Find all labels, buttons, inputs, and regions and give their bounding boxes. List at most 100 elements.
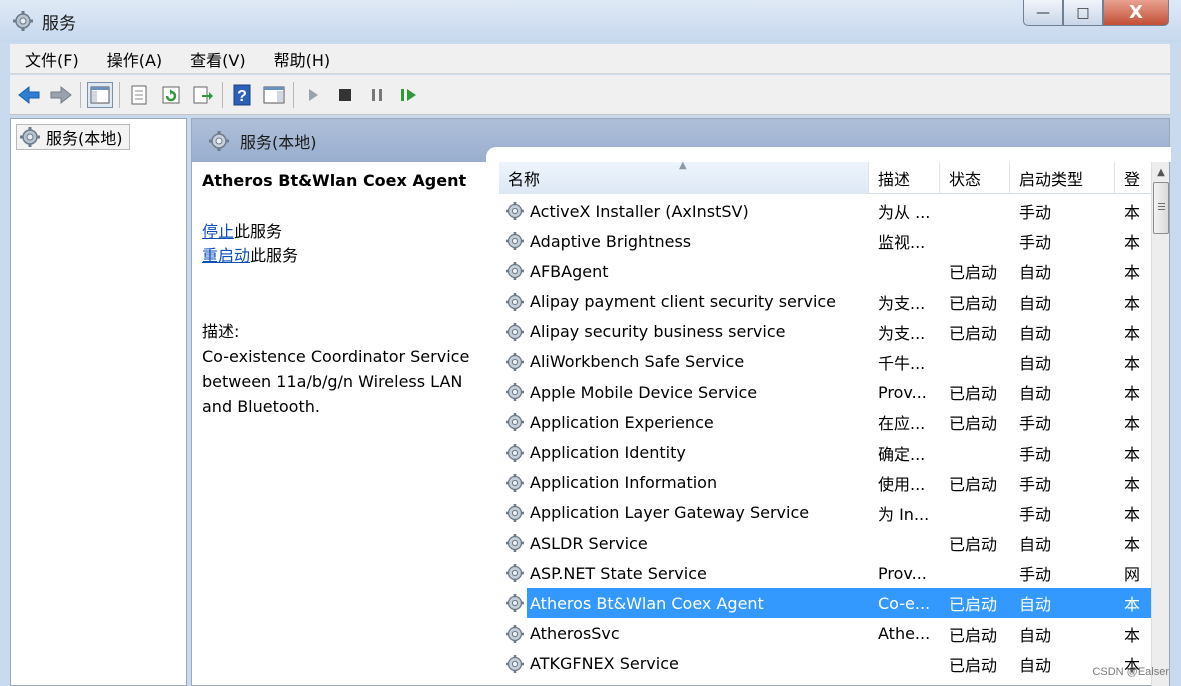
vertical-scrollbar[interactable]: ▲ <box>1151 162 1169 686</box>
export-list-icon[interactable] <box>190 82 216 108</box>
service-startup-type: 手动 <box>1019 203 1052 222</box>
service-logon-as: 本 <box>1124 293 1141 313</box>
service-startup-type: 自动 <box>1019 595 1052 615</box>
service-description: Co-e... <box>878 593 931 613</box>
minimize-button[interactable]: — <box>1023 0 1063 26</box>
column-header-label: 启动类型 <box>1019 170 1084 189</box>
service-row[interactable]: Application Identity 确定... 手动 本 <box>499 438 1151 468</box>
stop-service-icon[interactable] <box>332 82 358 108</box>
service-startup-type: 自动 <box>1019 263 1052 283</box>
scroll-up-icon[interactable]: ▲ <box>1152 162 1170 182</box>
stop-service-link[interactable]: 停止 <box>202 222 234 241</box>
service-name: Apple Mobile Device Service <box>530 382 758 402</box>
service-gear-icon <box>506 322 524 341</box>
service-description: 监视... <box>878 233 926 253</box>
pause-service-icon[interactable] <box>364 82 390 108</box>
service-status: 已启动 <box>949 414 998 434</box>
service-name: AliWorkbench Safe Service <box>530 352 745 372</box>
service-logon-as: 本 <box>1124 444 1141 464</box>
service-gear-icon <box>506 202 524 220</box>
services-list[interactable]: 名称 ▲ 描述 状态 启动类型 登 ActiveX Installer (AxI… <box>499 162 1151 686</box>
scrollbar-thumb[interactable] <box>1153 182 1169 234</box>
service-row[interactable]: Application Information 使用... 已启动 手动 本 <box>499 468 1151 498</box>
service-startup-type: 自动 <box>1019 353 1052 373</box>
menu-view[interactable]: 查看(V) <box>175 47 258 71</box>
menu-bar: 文件(F) 操作(A) 查看(V) 帮助(H) <box>10 44 1170 74</box>
close-button[interactable]: X <box>1103 0 1169 26</box>
service-row[interactable]: Apple Mobile Device Service Prov... 已启动 自动 本 <box>499 377 1151 407</box>
service-status: 已启动 <box>949 293 998 313</box>
service-startup-type: 自动 <box>1019 384 1052 404</box>
service-row[interactable]: Alipay security business service 为支... 已启动… <box>499 317 1151 347</box>
service-startup-type: 手动 <box>1019 565 1052 585</box>
properties-icon[interactable] <box>126 82 152 108</box>
service-startup-type: 手动 <box>1019 504 1052 524</box>
service-row[interactable]: AliWorkbench Safe Service 千牛... 自动 本 <box>499 347 1151 377</box>
service-row[interactable]: ASP.NET State Service Prov... 手动 网 <box>499 558 1151 588</box>
service-status: 已启动 <box>949 263 998 283</box>
service-gear-icon <box>506 413 524 432</box>
service-logon-as: 网 <box>1124 565 1141 585</box>
column-header-logon[interactable]: 登 <box>1115 162 1151 194</box>
restart-service-link[interactable]: 重启动 <box>202 246 250 265</box>
service-row[interactable]: Adaptive Brightness 监视... 手动 本 <box>499 226 1151 256</box>
menu-help[interactable]: 帮助(H) <box>259 47 344 71</box>
service-gear-icon <box>506 443 524 462</box>
column-header-name[interactable]: 名称 ▲ <box>499 162 869 194</box>
description-line: and Bluetooth. <box>202 397 320 416</box>
help-icon[interactable]: ? <box>229 82 255 108</box>
service-description: 确定... <box>878 444 926 464</box>
service-name: AtherosSvc <box>530 624 620 644</box>
action-pane-icon[interactable] <box>261 82 287 108</box>
service-logon-as: 本 <box>1124 535 1141 555</box>
resume-service-icon[interactable] <box>396 82 422 108</box>
service-startup-type: 自动 <box>1019 625 1052 645</box>
service-row[interactable]: AtherosSvc Athe... 已启动 自动 本 <box>499 619 1151 649</box>
service-row[interactable]: Application Layer Gateway Service 为 In...… <box>499 498 1151 528</box>
service-description <box>878 649 944 679</box>
service-row[interactable]: ActiveX Installer (AxInstSV) 为从 ... 手动 本 <box>499 196 1151 226</box>
menu-action[interactable]: 操作(A) <box>92 47 175 71</box>
service-description <box>878 528 944 558</box>
column-header-description[interactable]: 描述 <box>869 162 940 194</box>
service-row[interactable]: ASLDR Service 已启动 自动 本 <box>499 528 1151 558</box>
description-label: 描述: <box>202 322 240 341</box>
start-service-icon[interactable] <box>300 82 326 108</box>
service-logon-as: 本 <box>1124 474 1141 494</box>
service-startup-type: 自动 <box>1019 323 1052 343</box>
menu-file[interactable]: 文件(F) <box>10 47 92 71</box>
forward-icon[interactable] <box>48 82 74 108</box>
toolbar: ? <box>10 75 1170 115</box>
refresh-icon[interactable] <box>158 82 184 108</box>
service-description: 为从 ... <box>878 203 931 222</box>
service-row[interactable]: Atheros Bt&Wlan Coex Agent Co-e... 已启动 自动 本 <box>499 588 1151 619</box>
service-row[interactable]: ATKGFNEX Service 已启动 自动本 <box>499 649 1151 679</box>
service-logon-as: 本 <box>1124 263 1141 283</box>
service-name: ASLDR Service <box>530 533 648 553</box>
back-icon[interactable] <box>16 82 42 108</box>
service-name: ASP.NET State Service <box>530 563 707 583</box>
toolbar-separator <box>80 81 81 108</box>
maximize-button[interactable]: □ <box>1063 0 1103 26</box>
show-hide-console-tree-icon[interactable] <box>87 81 113 108</box>
service-logon-as: 本 <box>1124 595 1141 615</box>
service-logon-as: 本 <box>1124 504 1141 524</box>
service-row[interactable]: AFBAgent 已启动 自动 本 <box>499 256 1151 286</box>
service-status: 已启动 <box>949 323 998 343</box>
service-name: Atheros Bt&Wlan Coex Agent <box>530 593 764 613</box>
service-description: Prov... <box>878 563 927 583</box>
service-logon-as: 本 <box>1124 233 1141 253</box>
service-description: 为支... <box>878 293 926 313</box>
detail-service-title: Atheros Bt&Wlan Coex Agent <box>202 171 467 190</box>
tree-item-label: 服务(本地) <box>46 129 123 148</box>
stop-service-suffix: 此服务 <box>234 222 283 241</box>
service-gear-icon <box>506 473 524 492</box>
service-row[interactable]: Application Experience 在应... 已启动 手动 本 <box>499 407 1151 437</box>
column-header-status[interactable]: 状态 <box>940 162 1010 194</box>
svg-text:?: ? <box>237 88 247 105</box>
service-row[interactable]: Alipay payment client security service 为支… <box>499 287 1151 317</box>
tree-item-services-local[interactable]: 服务(本地) <box>16 124 130 150</box>
service-startup-type: 自动 <box>1019 293 1052 313</box>
column-header-startup-type[interactable]: 启动类型 <box>1010 162 1115 194</box>
title-bar: 服务 — □ X <box>0 0 1181 42</box>
